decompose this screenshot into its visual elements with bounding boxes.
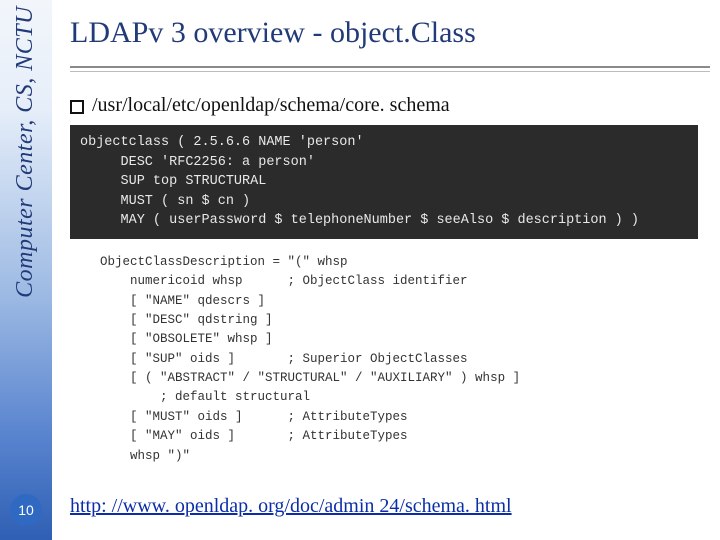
bullet-text: /usr/local/etc/openldap/schema/core. sch… (92, 94, 450, 117)
divider-thin (70, 71, 710, 72)
bullet-item: /usr/local/etc/openldap/schema/core. sch… (70, 94, 710, 117)
slide: Computer Center, CS, NCTU 10 LDAPv 3 ove… (0, 0, 720, 540)
divider-thick (70, 66, 710, 68)
page-number-badge: 10 (10, 494, 42, 526)
code-block-dark: objectclass ( 2.5.6.6 NAME 'person' DESC… (70, 125, 698, 239)
sidebar: Computer Center, CS, NCTU (0, 0, 52, 540)
code-block-light: ObjectClassDescription = "(" whsp numeri… (70, 253, 710, 466)
footer-link[interactable]: http: //www. openldap. org/doc/admin 24/… (70, 495, 512, 518)
page-number: 10 (18, 502, 34, 518)
page-title: LDAPv 3 overview - object.Class (70, 0, 710, 60)
square-bullet-icon (70, 100, 84, 114)
org-label: Computer Center, CS, NCTU (12, 6, 39, 298)
content-area: LDAPv 3 overview - object.Class /usr/loc… (70, 0, 710, 540)
